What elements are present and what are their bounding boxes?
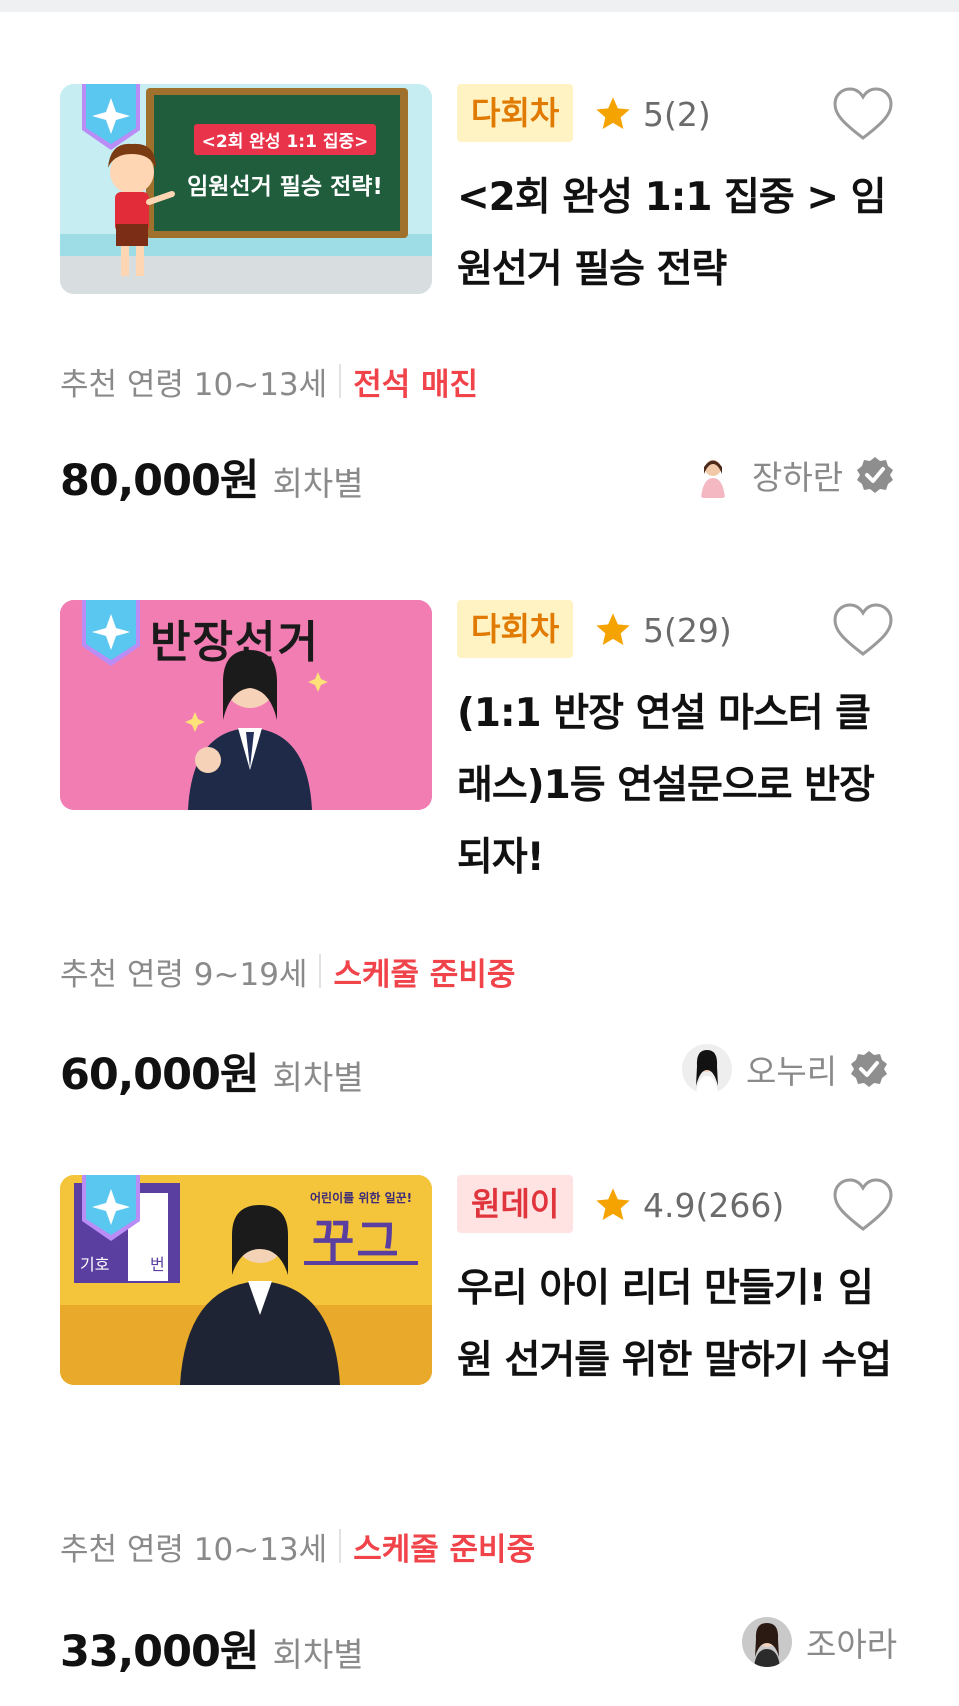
teacher-info[interactable]: 조아라 <box>742 1615 897 1669</box>
thumbnail-title: 임원선거 필승 전략! <box>187 174 383 200</box>
teacher-avatar <box>688 450 738 500</box>
thumbnail-title: 반장선거 <box>150 617 320 668</box>
featured-badge-icon <box>82 1175 140 1241</box>
teacher-name: 오누리 <box>746 1052 838 1091</box>
rating-value: 5(2) <box>643 94 711 134</box>
course-meta: 추천 연령 9~19세 스케줄 준비중 <box>60 948 515 994</box>
course-price: 80,000원 <box>60 456 259 506</box>
teacher-avatar <box>742 1617 792 1667</box>
favorite-heart-icon[interactable] <box>832 602 894 658</box>
verified-badge-icon <box>857 457 894 493</box>
course-thumbnail[interactable]: 반장선거 <box>60 600 432 810</box>
course-price: 33,000원 <box>60 1627 259 1677</box>
course-meta: 추천 연령 10~13세 스케줄 준비중 <box>60 1523 535 1569</box>
teacher-name: 장하란 <box>752 458 844 497</box>
course-rating: 5(2) <box>593 92 711 136</box>
course-type-tag: 다회차 <box>457 84 574 142</box>
rating-value: 5(29) <box>643 610 732 650</box>
featured-badge-icon <box>82 84 140 150</box>
teacher-name: 조아라 <box>806 1625 898 1664</box>
course-thumbnail[interactable]: 어린이를 위한 일꾼! 꾸그 기호 번 <box>60 1175 432 1385</box>
teacher-info[interactable]: 장하란 <box>688 448 895 502</box>
favorite-heart-icon[interactable] <box>832 86 894 142</box>
top-divider <box>0 0 959 12</box>
course-type-tag: 원데이 <box>457 1175 574 1233</box>
teacher-info[interactable]: 오누리 <box>682 1042 889 1096</box>
price-unit: 회차별 <box>272 1058 364 1097</box>
availability-status: 전석 매진 <box>353 366 479 403</box>
meta-divider <box>319 954 322 988</box>
recommended-age: 추천 연령 10~13세 <box>60 366 328 403</box>
featured-badge-icon <box>82 600 140 666</box>
meta-divider <box>339 1529 342 1563</box>
thumbnail-brand-text: 꾸그 <box>312 1214 401 1268</box>
ballot-label: 기호 <box>80 1255 110 1274</box>
course-type-tag: 다회차 <box>457 600 574 658</box>
course-title[interactable]: <2회 완성 1:1 집중 > 임원선거 필승 전략 <box>457 162 897 306</box>
course-thumbnail[interactable]: <2회 완성 1:1 집중> 임원선거 필승 전략! <box>60 84 432 294</box>
price-unit: 회차별 <box>272 1635 364 1674</box>
availability-status: 스케줄 준비중 <box>333 956 516 993</box>
teacher-avatar <box>682 1044 732 1094</box>
course-price: 60,000원 <box>60 1050 259 1100</box>
thumbnail-subtitle: <2회 완성 1:1 집중> <box>193 124 377 155</box>
price-unit: 회차별 <box>272 464 364 503</box>
availability-status: 스케줄 준비중 <box>353 1531 536 1568</box>
star-icon <box>596 97 630 129</box>
course-title[interactable]: (1:1 반장 연설 마스터 클래스)1등 연설문으로 반장 되자! <box>457 678 897 894</box>
verified-badge-icon <box>851 1051 888 1087</box>
price-row: 60,000원 회차별 <box>60 1040 364 1100</box>
course-rating: 4.9(266) <box>593 1183 784 1227</box>
ballot-number-label: 번 <box>150 1255 165 1274</box>
course-meta: 추천 연령 10~13세 전석 매진 <box>60 358 478 404</box>
rating-value: 4.9(266) <box>643 1185 785 1225</box>
course-title[interactable]: 우리 아이 리더 만들기! 임원 선거를 위한 말하기 수업 <box>457 1253 897 1397</box>
recommended-age: 추천 연령 10~13세 <box>60 1531 328 1568</box>
course-rating: 5(29) <box>593 608 732 652</box>
price-row: 80,000원 회차별 <box>60 446 364 506</box>
favorite-heart-icon[interactable] <box>832 1177 894 1233</box>
thumbnail-small-text: 어린이를 위한 일꾼! <box>310 1191 413 1205</box>
star-icon <box>596 1188 630 1220</box>
price-row: 33,000원 회차별 <box>60 1617 364 1677</box>
meta-divider <box>339 364 342 398</box>
star-icon <box>596 613 630 645</box>
recommended-age: 추천 연령 9~19세 <box>60 956 308 993</box>
